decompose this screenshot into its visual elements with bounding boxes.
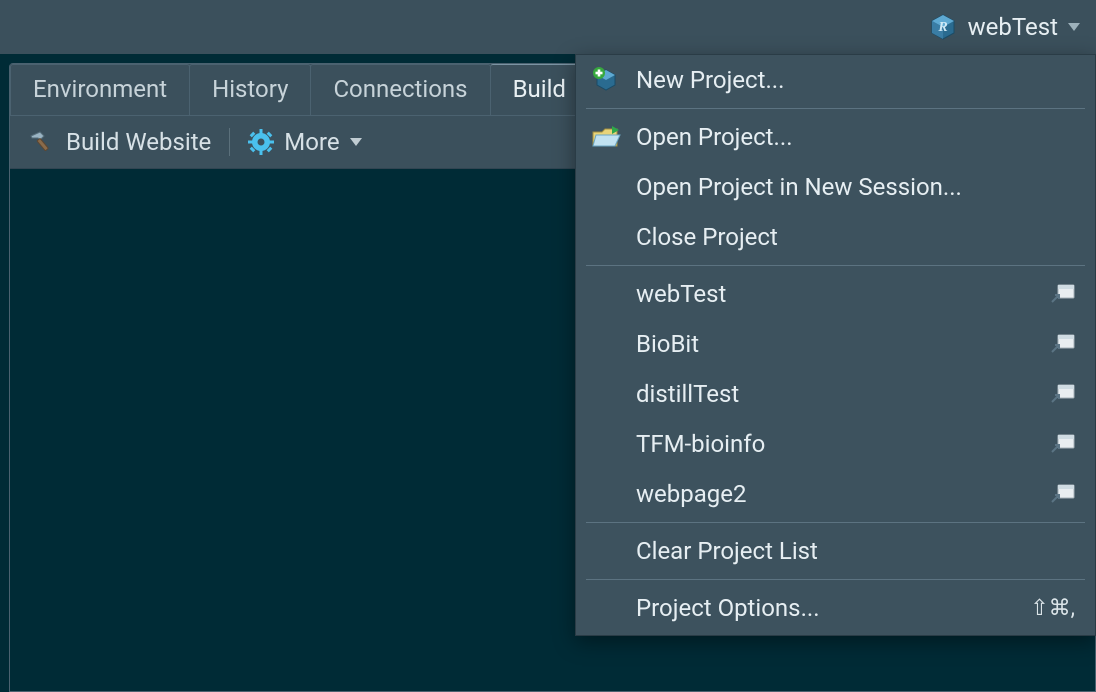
menu-open-new-session[interactable]: Open Project in New Session...: [576, 162, 1095, 212]
menu-recent-project[interactable]: distillTest: [576, 369, 1095, 419]
menu-separator: [586, 579, 1085, 580]
current-project-label: webTest: [968, 13, 1058, 41]
tab-label: Environment: [33, 75, 167, 103]
blank-icon: [590, 478, 622, 510]
build-website-label: Build Website: [66, 128, 211, 156]
tab-label: Connections: [333, 75, 467, 103]
gear-icon: [248, 129, 274, 155]
tab-environment[interactable]: Environment: [10, 64, 190, 115]
menu-open-project[interactable]: Open Project...: [576, 112, 1095, 162]
menu-separator: [586, 265, 1085, 266]
tab-label: Build: [513, 75, 566, 103]
menu-item-label: New Project...: [636, 66, 1075, 94]
open-folder-icon: [590, 121, 622, 153]
open-in-new-window-icon[interactable]: [1051, 284, 1075, 304]
caret-down-icon: [1068, 23, 1080, 31]
menu-separator: [586, 522, 1085, 523]
menu-item-label: Project Options...: [636, 594, 1016, 622]
menu-item-label: Open Project...: [636, 123, 1075, 151]
build-website-button[interactable]: Build Website: [24, 126, 215, 158]
svg-text:R: R: [937, 20, 947, 35]
menu-item-label: Open Project in New Session...: [636, 173, 1075, 201]
blank-icon: [590, 221, 622, 253]
r-project-icon: R: [928, 13, 958, 41]
menu-recent-project[interactable]: webTest: [576, 269, 1095, 319]
more-button[interactable]: More: [244, 126, 365, 158]
blank-icon: [590, 328, 622, 360]
blank-icon: [590, 278, 622, 310]
menu-item-label: Close Project: [636, 223, 1075, 251]
project-menu: New Project... Open Project... Open Proj…: [575, 54, 1096, 636]
toolbar-separator: [229, 128, 230, 156]
menu-recent-project[interactable]: TFM-bioinfo: [576, 419, 1095, 469]
open-in-new-window-icon[interactable]: [1051, 484, 1075, 504]
project-switcher[interactable]: R webTest: [920, 9, 1088, 45]
tab-history[interactable]: History: [189, 64, 311, 115]
menu-item-label: distillTest: [636, 380, 1037, 408]
blank-icon: [590, 378, 622, 410]
menu-item-label: Clear Project List: [636, 537, 1075, 565]
menu-recent-project[interactable]: BioBit: [576, 319, 1095, 369]
tab-connections[interactable]: Connections: [310, 64, 490, 115]
new-project-icon: [590, 64, 622, 96]
open-in-new-window-icon[interactable]: [1051, 384, 1075, 404]
hammer-icon: [28, 130, 56, 154]
menu-recent-project[interactable]: webpage2: [576, 469, 1095, 519]
open-in-new-window-icon[interactable]: [1051, 334, 1075, 354]
menu-separator: [586, 108, 1085, 109]
menu-item-label: webTest: [636, 280, 1037, 308]
menu-clear-list[interactable]: Clear Project List: [576, 526, 1095, 576]
menu-new-project[interactable]: New Project...: [576, 55, 1095, 105]
blank-icon: [590, 171, 622, 203]
blank-icon: [590, 428, 622, 460]
more-label: More: [284, 128, 339, 156]
blank-icon: [590, 592, 622, 624]
menu-item-label: webpage2: [636, 480, 1037, 508]
menu-item-label: TFM-bioinfo: [636, 430, 1037, 458]
caret-down-icon: [350, 138, 362, 146]
topbar: R webTest: [0, 0, 1096, 54]
open-in-new-window-icon[interactable]: [1051, 434, 1075, 454]
blank-icon: [590, 535, 622, 567]
menu-close-project[interactable]: Close Project: [576, 212, 1095, 262]
menu-item-label: BioBit: [636, 330, 1037, 358]
menu-project-options[interactable]: Project Options... ⇧⌘,: [576, 583, 1095, 633]
keyboard-shortcut: ⇧⌘,: [1030, 596, 1075, 621]
tab-label: History: [212, 75, 288, 103]
